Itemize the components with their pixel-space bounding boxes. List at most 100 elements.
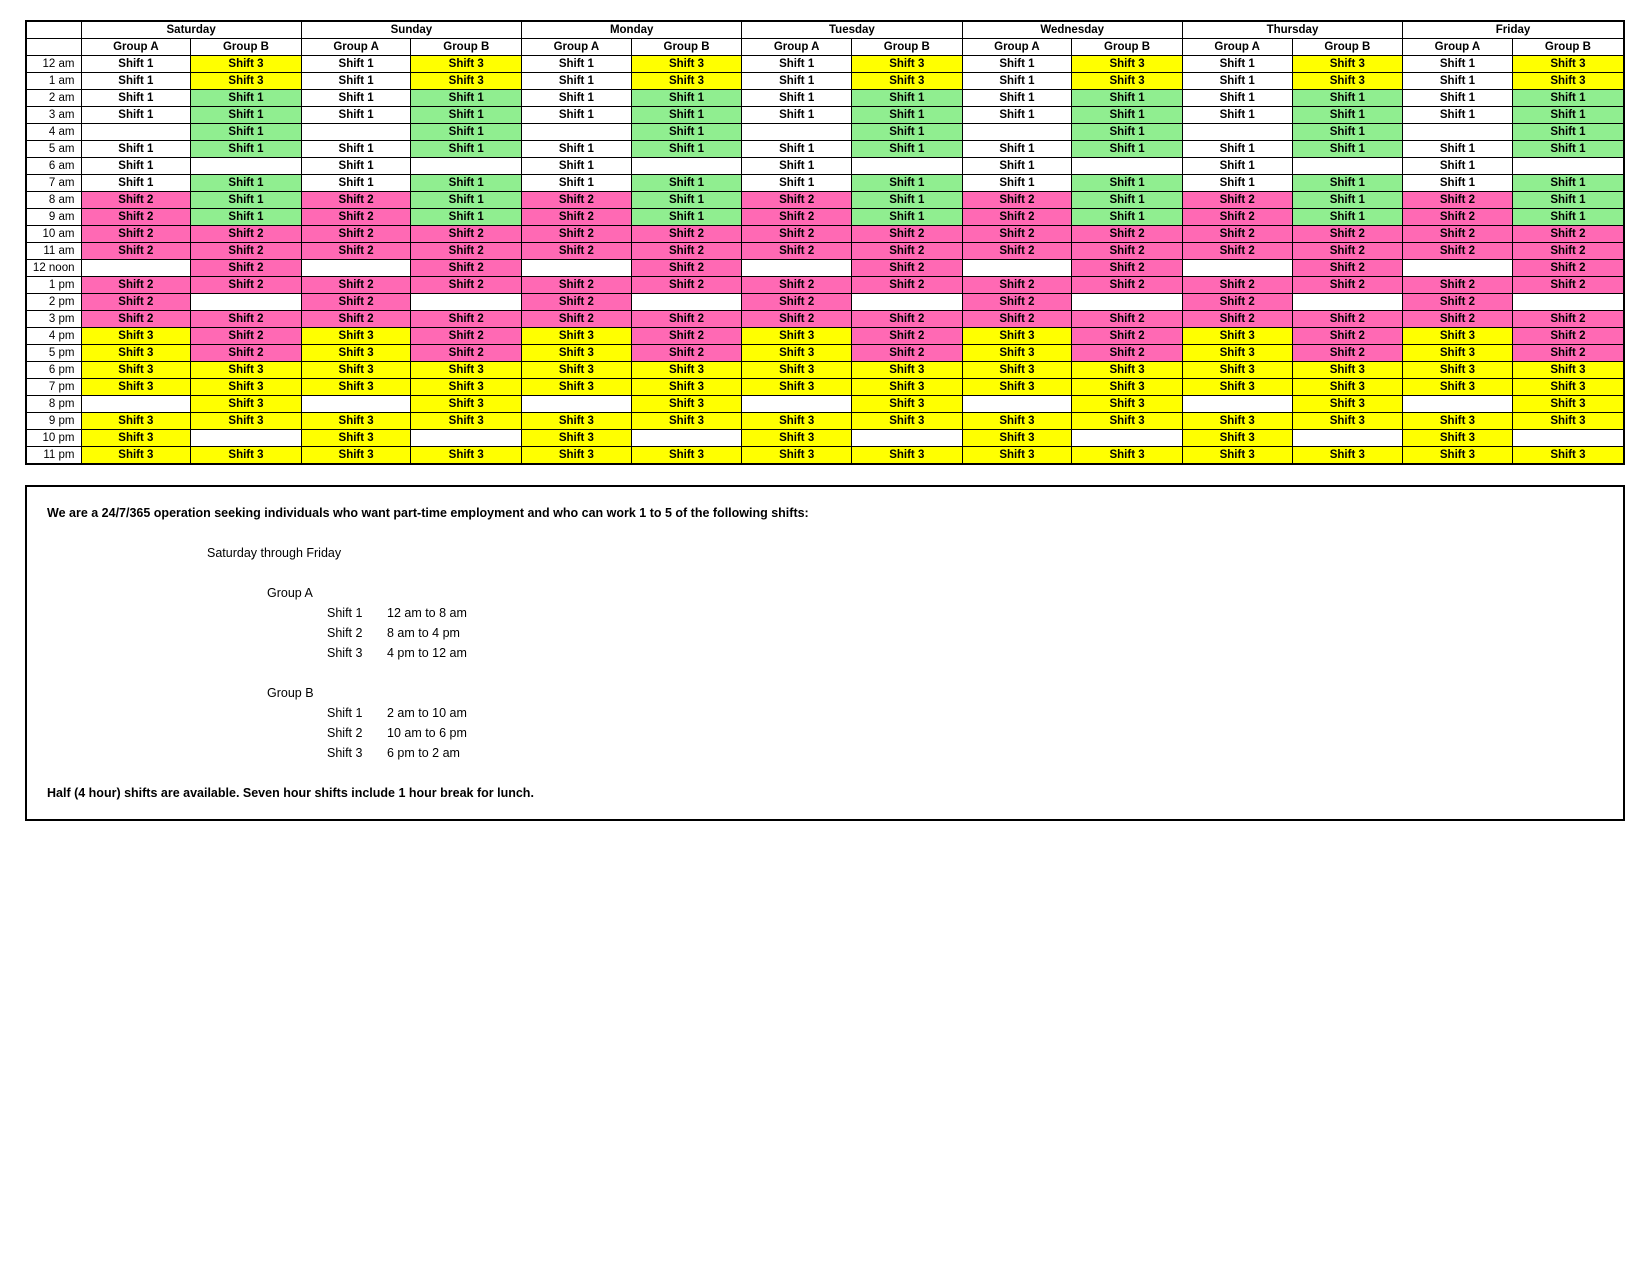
- schedule-cell: Shift 3: [522, 447, 632, 465]
- schedule-cell: Shift 3: [522, 328, 632, 345]
- schedule-cell: Shift 2: [1072, 345, 1183, 362]
- schedule-cell: Shift 3: [1512, 56, 1624, 73]
- schedule-cell: Shift 2: [301, 243, 411, 260]
- schedule-cell: [191, 158, 302, 175]
- schedule-cell: [301, 124, 411, 141]
- schedule-cell: Shift 2: [522, 294, 632, 311]
- schedule-cell: Shift 1: [1182, 158, 1292, 175]
- schedule-cell: Shift 2: [962, 226, 1072, 243]
- schedule-cell: Shift 1: [1182, 73, 1292, 90]
- schedule-cell: Shift 2: [1072, 311, 1183, 328]
- schedule-cell: [1403, 124, 1513, 141]
- time-label: 12 am: [26, 56, 81, 73]
- schedule-cell: [1512, 158, 1624, 175]
- schedule-cell: [411, 158, 522, 175]
- time-label: 3 pm: [26, 311, 81, 328]
- schedule-cell: Shift 3: [522, 379, 632, 396]
- schedule-cell: Shift 1: [191, 90, 302, 107]
- time-label: 9 am: [26, 209, 81, 226]
- schedule-cell: [522, 260, 632, 277]
- schedule-cell: Shift 3: [81, 379, 191, 396]
- schedule-cell: Shift 2: [301, 226, 411, 243]
- schedule-cell: Shift 3: [81, 328, 191, 345]
- schedule-cell: Shift 3: [1512, 73, 1624, 90]
- schedule-cell: Shift 1: [522, 175, 632, 192]
- schedule-cell: Shift 1: [631, 90, 742, 107]
- schedule-cell: Shift 1: [411, 107, 522, 124]
- schedule-cell: [852, 158, 963, 175]
- schedule-cell: Shift 1: [631, 124, 742, 141]
- schedule-cell: Shift 3: [631, 56, 742, 73]
- schedule-cell: Shift 1: [1292, 107, 1403, 124]
- sat-groupb: Group B: [191, 39, 302, 56]
- time-label: 10 am: [26, 226, 81, 243]
- schedule-cell: Shift 2: [1182, 226, 1292, 243]
- time-label: 5 am: [26, 141, 81, 158]
- schedule-cell: Shift 1: [191, 107, 302, 124]
- schedule-cell: Shift 1: [962, 107, 1072, 124]
- schedule-cell: [1182, 396, 1292, 413]
- schedule-cell: Shift 2: [852, 260, 963, 277]
- schedule-cell: Shift 3: [411, 447, 522, 465]
- schedule-cell: Shift 3: [301, 362, 411, 379]
- schedule-cell: [522, 396, 632, 413]
- schedule-cell: Shift 1: [1512, 175, 1624, 192]
- schedule-cell: Shift 3: [411, 413, 522, 430]
- schedule-cell: Shift 1: [301, 158, 411, 175]
- schedule-cell: Shift 3: [1182, 413, 1292, 430]
- schedule-cell: Shift 2: [631, 345, 742, 362]
- schedule-cell: Shift 1: [1403, 73, 1513, 90]
- schedule-cell: Shift 1: [301, 107, 411, 124]
- schedule-cell: Shift 2: [522, 311, 632, 328]
- schedule-cell: [1072, 430, 1183, 447]
- sun-groupb: Group B: [411, 39, 522, 56]
- time-label: 6 am: [26, 158, 81, 175]
- schedule-cell: Shift 3: [301, 447, 411, 465]
- schedule-cell: Shift 1: [742, 73, 852, 90]
- schedule-cell: Shift 2: [742, 209, 852, 226]
- schedule-cell: Shift 3: [1292, 413, 1403, 430]
- schedule-cell: Shift 2: [191, 277, 302, 294]
- schedule-cell: Shift 1: [522, 56, 632, 73]
- schedule-cell: Shift 2: [1512, 328, 1624, 345]
- schedule-cell: Shift 2: [1512, 260, 1624, 277]
- schedule-cell: Shift 2: [852, 311, 963, 328]
- wed-groupa: Group A: [962, 39, 1072, 56]
- time-label: 11 am: [26, 243, 81, 260]
- saturday-header: Saturday: [81, 21, 301, 39]
- schedule-cell: Shift 2: [191, 345, 302, 362]
- info-days: Saturday through Friday: [207, 543, 1603, 563]
- schedule-cell: Shift 1: [1072, 141, 1183, 158]
- schedule-cell: Shift 2: [962, 311, 1072, 328]
- schedule-cell: Shift 2: [1403, 277, 1513, 294]
- schedule-cell: Shift 2: [962, 209, 1072, 226]
- schedule-cell: [1512, 294, 1624, 311]
- schedule-cell: Shift 3: [742, 430, 852, 447]
- schedule-cell: Shift 3: [962, 430, 1072, 447]
- schedule-cell: Shift 2: [81, 277, 191, 294]
- schedule-cell: Shift 2: [411, 243, 522, 260]
- schedule-cell: Shift 1: [301, 56, 411, 73]
- sunday-header: Sunday: [301, 21, 521, 39]
- info-box: We are a 24/7/365 operation seeking indi…: [25, 485, 1625, 821]
- schedule-cell: Shift 1: [1182, 175, 1292, 192]
- schedule-cell: Shift 2: [1403, 192, 1513, 209]
- schedule-cell: Shift 3: [1403, 362, 1513, 379]
- schedule-cell: Shift 1: [1512, 141, 1624, 158]
- schedule-cell: Shift 1: [191, 175, 302, 192]
- schedule-cell: Shift 1: [852, 124, 963, 141]
- schedule-cell: [81, 260, 191, 277]
- time-label: 11 pm: [26, 447, 81, 465]
- schedule-cell: Shift 3: [522, 413, 632, 430]
- schedule-cell: Shift 2: [411, 260, 522, 277]
- schedule-cell: Shift 3: [301, 345, 411, 362]
- schedule-cell: Shift 2: [411, 311, 522, 328]
- schedule-cell: [301, 396, 411, 413]
- shift-label: Shift 2: [327, 723, 387, 743]
- schedule-cell: Shift 2: [1072, 226, 1183, 243]
- schedule-cell: Shift 2: [1072, 328, 1183, 345]
- schedule-cell: Shift 2: [742, 311, 852, 328]
- schedule-cell: Shift 3: [81, 430, 191, 447]
- schedule-cell: Shift 3: [1292, 396, 1403, 413]
- schedule-cell: Shift 3: [962, 447, 1072, 465]
